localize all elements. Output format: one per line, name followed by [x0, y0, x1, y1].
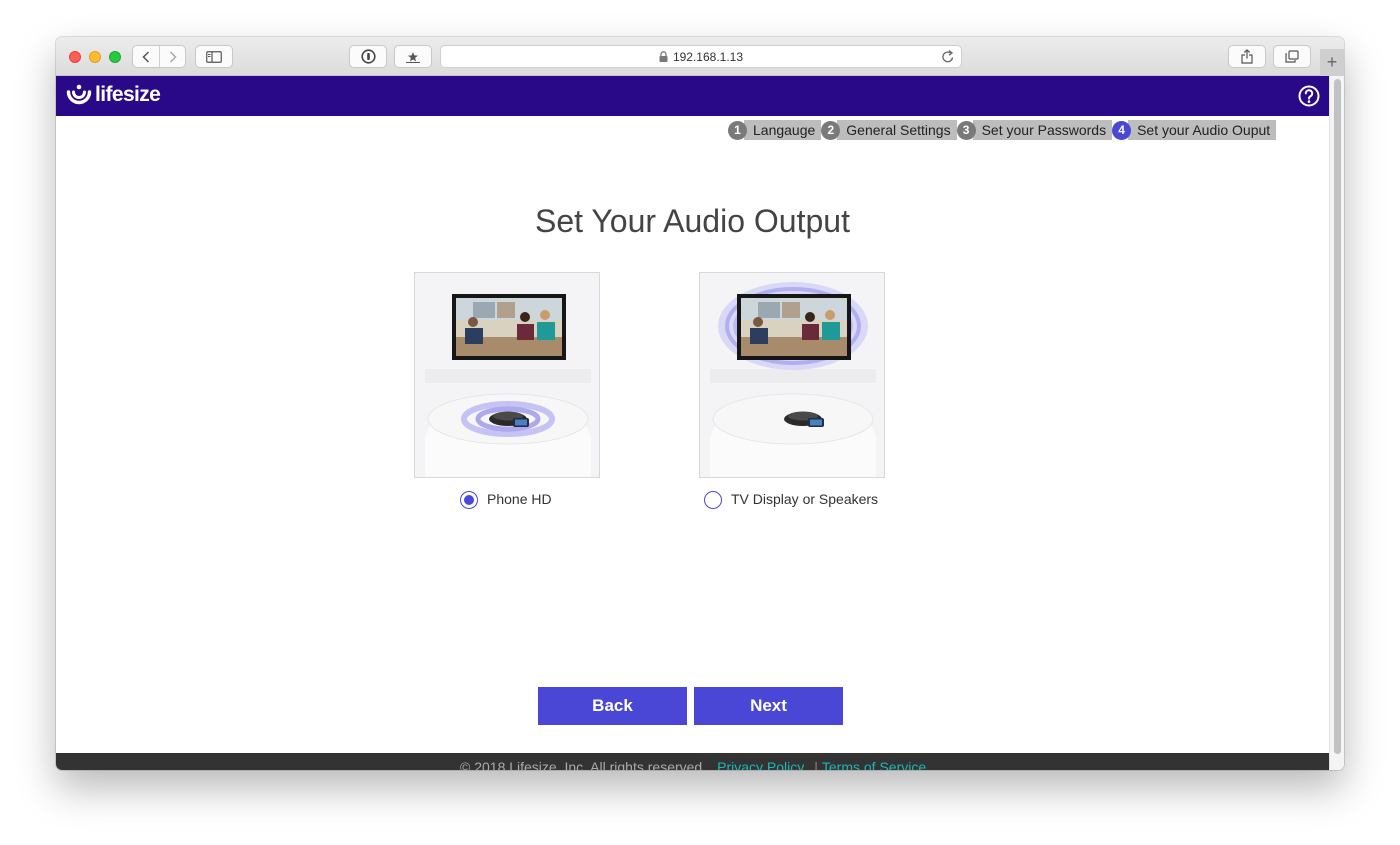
tabs-icon	[1285, 50, 1299, 63]
step-label: Langauge	[744, 120, 822, 140]
share-icon	[1241, 49, 1253, 64]
help-icon[interactable]	[1298, 85, 1320, 107]
copyright-text: © 2018 Lifesize, Inc. All rights reserve…	[460, 759, 707, 770]
reload-icon[interactable]	[941, 49, 955, 64]
privacy-policy-link[interactable]: Privacy Policy	[717, 759, 804, 770]
back-button[interactable]: Back	[538, 687, 687, 725]
bookmark-button[interactable]	[394, 45, 432, 68]
step-label: General Settings	[837, 120, 957, 140]
step-number: 2	[821, 120, 841, 140]
phone-hd-label: Phone HD	[487, 490, 552, 507]
browser-window: 192.168.1.13 + lifesize 1 Langauge 2 Gen…	[56, 37, 1344, 770]
bookmark-star-icon	[406, 51, 420, 63]
step-label: Set your Passwords	[972, 120, 1113, 140]
zoom-window-button[interactable]	[109, 51, 121, 63]
step-label: Set your Audio Ouput	[1128, 120, 1277, 140]
lifesize-logo: lifesize	[66, 83, 161, 107]
step-audio-output: 4 Set your Audio Ouput	[1112, 119, 1277, 141]
forward-nav-button[interactable]	[159, 46, 185, 67]
phone-hd-option[interactable]: Phone HD	[460, 488, 552, 509]
step-number: 1	[728, 120, 747, 140]
chevron-left-icon	[142, 50, 150, 63]
chevron-right-icon	[169, 50, 177, 63]
next-button[interactable]: Next	[694, 687, 843, 725]
tv-display-label: TV Display or Speakers	[731, 490, 879, 507]
tv-display-radio[interactable]	[704, 491, 722, 509]
page-title: Set Your Audio Output	[535, 203, 850, 239]
step-passwords: 3 Set your Passwords	[956, 119, 1113, 141]
lock-icon	[659, 51, 668, 62]
history-nav	[132, 45, 186, 68]
app-header: lifesize	[56, 76, 1329, 116]
footer-separator: |	[814, 759, 818, 770]
setup-wizard-steps: 1 Langauge 2 General Settings 3 Set your…	[728, 119, 1277, 141]
plus-icon: +	[1326, 52, 1338, 72]
phone-hd-image[interactable]	[414, 272, 600, 478]
minimize-window-button[interactable]	[89, 51, 101, 63]
tab-overview-button[interactable]	[1273, 45, 1311, 68]
close-window-button[interactable]	[69, 51, 81, 63]
scrollbar-thumb[interactable]	[1334, 79, 1341, 754]
step-language: 1 Langauge	[728, 119, 822, 141]
terms-of-service-link[interactable]: Terms of Service	[822, 759, 926, 770]
new-tab-button[interactable]: +	[1320, 49, 1344, 76]
password-manager-button[interactable]	[349, 45, 387, 68]
share-button[interactable]	[1228, 45, 1266, 68]
browser-toolbar: 192.168.1.13 +	[56, 37, 1344, 76]
tv-display-option[interactable]: TV Display or Speakers	[704, 488, 878, 509]
page-content: lifesize 1 Langauge 2 General Settings 3	[56, 76, 1329, 770]
password-icon	[360, 49, 376, 64]
page-scrollbar[interactable]	[1329, 76, 1344, 770]
step-number: 4	[1112, 120, 1132, 140]
step-number: 3	[956, 120, 976, 140]
logo-text: lifesize	[95, 83, 161, 106]
sidebar-icon	[206, 50, 222, 63]
lifesize-logo-icon	[66, 84, 92, 105]
back-nav-button[interactable]	[133, 46, 159, 67]
address-url: 192.168.1.13	[672, 49, 744, 64]
phone-hd-radio[interactable]	[460, 491, 478, 509]
tv-display-image[interactable]	[699, 272, 885, 478]
step-general-settings: 2 General Settings	[821, 119, 957, 141]
address-bar[interactable]: 192.168.1.13	[440, 45, 962, 68]
sidebar-toggle-button[interactable]	[195, 45, 233, 68]
page-footer: © 2018 Lifesize, Inc. All rights reserve…	[56, 753, 1329, 770]
